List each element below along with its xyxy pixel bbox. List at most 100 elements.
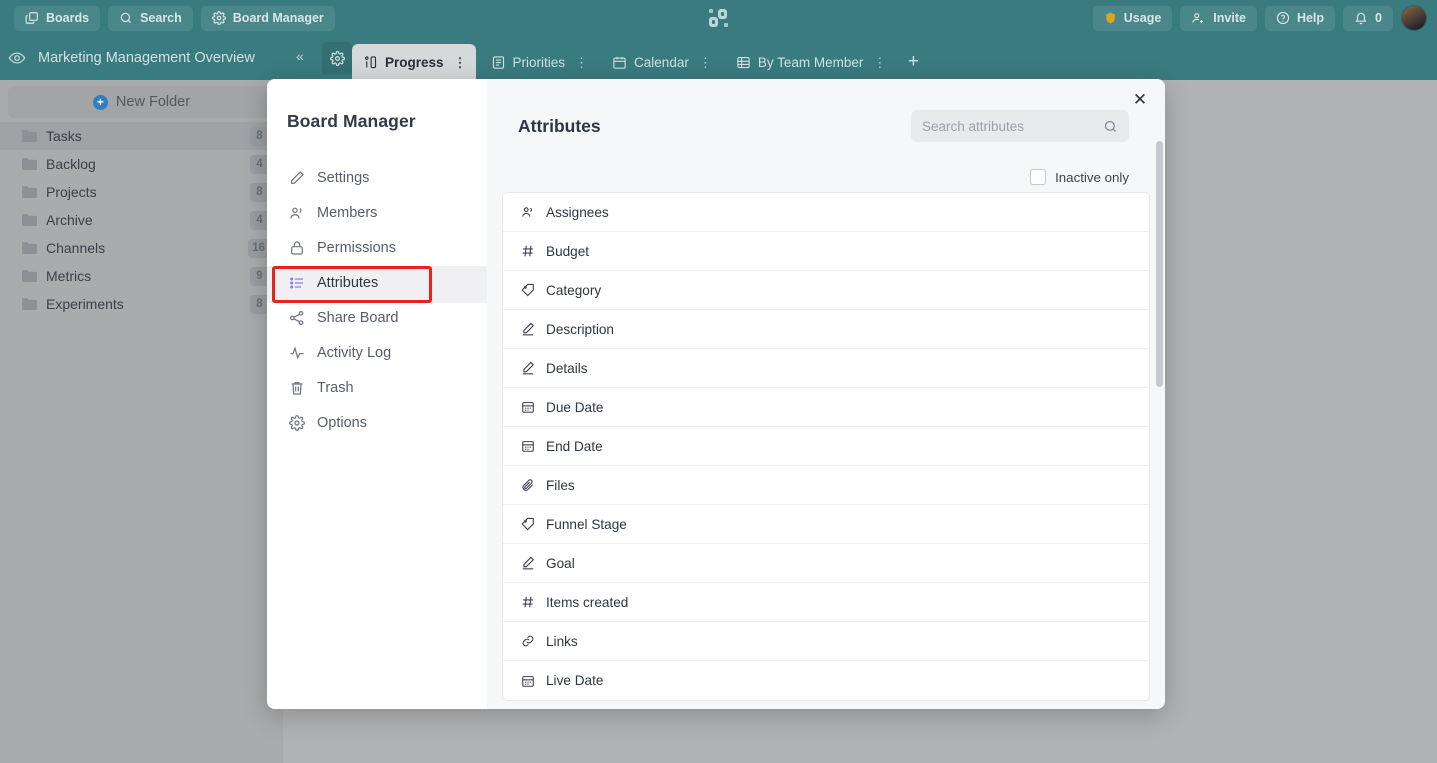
attribute-label: End Date	[546, 438, 603, 454]
attributes-panel: ✕ Attributes Inactive only Assignees	[487, 79, 1165, 709]
board-manager-label: Board Manager	[232, 11, 324, 25]
attribute-row-details[interactable]: Details	[503, 349, 1149, 388]
attributes-list: Assignees Budget Category Description De…	[502, 192, 1150, 701]
sidebar-item-tasks[interactable]: Tasks 8	[0, 122, 283, 150]
nav-label: Attributes	[317, 274, 379, 291]
tab-by-team-member-label: By Team Member	[757, 54, 864, 70]
tab-calendar-label: Calendar	[634, 54, 689, 70]
lock-icon	[288, 239, 305, 256]
tab-calendar-menu[interactable]: ⋮	[699, 56, 712, 69]
boards-button[interactable]: Boards	[14, 5, 101, 31]
board-manager-button[interactable]: Board Manager	[200, 5, 335, 31]
tab-progress[interactable]: Progress ⋮	[352, 44, 476, 80]
attribute-row-goal[interactable]: Goal	[503, 544, 1149, 583]
paperclip-icon	[520, 478, 535, 493]
nav-item-trash[interactable]: Trash	[267, 370, 487, 405]
sidebar-item-experiments[interactable]: Experiments 8	[0, 290, 283, 318]
add-view-button[interactable]: +	[899, 44, 927, 80]
pencil-icon	[288, 169, 305, 186]
attributes-list-container: Assignees Budget Category Description De…	[502, 192, 1150, 709]
attribute-label: Assignees	[546, 204, 609, 220]
inactive-only-filter[interactable]: Inactive only	[487, 169, 1165, 185]
nav-item-permissions[interactable]: Permissions	[267, 230, 487, 265]
sidebar-item-channels[interactable]: Channels 16	[0, 234, 283, 262]
boards-label: Boards	[46, 11, 90, 25]
nav-item-activity-log[interactable]: Activity Log	[267, 335, 487, 370]
page-title: Attributes	[518, 115, 601, 136]
nav-item-members[interactable]: Members	[267, 195, 487, 230]
folder-icon	[22, 298, 37, 310]
modal-title: Board Manager	[287, 111, 416, 131]
attribute-row-items-created[interactable]: Items created	[503, 583, 1149, 622]
folder-name: Backlog	[46, 156, 96, 172]
hash-icon	[520, 244, 535, 259]
invite-button[interactable]: Invite	[1180, 5, 1257, 31]
attribute-row-links[interactable]: Links	[503, 622, 1149, 661]
tab-by-team-member-menu[interactable]: ⋮	[873, 56, 886, 69]
tab-by-team-member[interactable]: By Team Member ⋮	[725, 44, 896, 80]
help-button[interactable]: Help	[1264, 5, 1336, 31]
board-settings-tab[interactable]	[322, 42, 352, 74]
search-icon	[119, 11, 133, 25]
trash-icon	[288, 379, 305, 396]
tab-priorities-menu[interactable]: ⋮	[575, 56, 588, 69]
folder-icon	[22, 214, 37, 226]
link-icon	[520, 634, 535, 649]
gear-icon	[288, 414, 305, 431]
kanban-icon	[363, 55, 378, 70]
tab-progress-menu[interactable]: ⋮	[454, 56, 467, 69]
nav-label: Share Board	[317, 309, 399, 326]
attribute-row-files[interactable]: Files	[503, 466, 1149, 505]
notifications-button[interactable]: 0	[1343, 5, 1393, 31]
top-navigation-bar: Boards Search Board Manager Usage Invite…	[0, 0, 1437, 36]
eye-icon[interactable]	[8, 49, 26, 67]
pencil-underline-icon	[520, 556, 535, 571]
attribute-row-assignees[interactable]: Assignees	[503, 193, 1149, 232]
nav-item-settings[interactable]: Settings	[267, 160, 487, 195]
folders-sidebar: + New Folder Tasks 8 Backlog 4 Projects …	[0, 80, 283, 763]
modal-scrollbar[interactable]	[1156, 79, 1163, 709]
tag-icon	[520, 283, 535, 298]
app-root: Boards Search Board Manager Usage Invite…	[0, 0, 1437, 763]
activity-icon	[288, 344, 305, 361]
scrollbar-thumb[interactable]	[1156, 141, 1163, 387]
sidebar-item-metrics[interactable]: Metrics 9	[0, 262, 283, 290]
search-input[interactable]	[922, 118, 1103, 134]
attribute-row-budget[interactable]: Budget	[503, 232, 1149, 271]
user-avatar[interactable]	[1401, 5, 1427, 31]
tab-priorities[interactable]: Priorities ⋮	[480, 44, 598, 80]
attribute-label: Due Date	[546, 399, 604, 415]
list-card-icon	[491, 55, 506, 70]
collapse-sidebar-button[interactable]: «	[296, 48, 304, 64]
attribute-row-description[interactable]: Description	[503, 310, 1149, 349]
people-icon	[288, 204, 305, 221]
user-plus-icon	[1191, 11, 1206, 25]
attribute-row-live-date[interactable]: Live Date	[503, 661, 1149, 700]
sidebar-item-archive[interactable]: Archive 4	[0, 206, 283, 234]
sidebar-item-projects[interactable]: Projects 8	[0, 178, 283, 206]
nav-item-options[interactable]: Options	[267, 405, 487, 440]
calendar-icon	[520, 400, 535, 415]
usage-button[interactable]: Usage	[1092, 5, 1173, 31]
close-icon[interactable]: ✕	[1129, 88, 1151, 110]
search-icon[interactable]	[1103, 119, 1118, 134]
inactive-only-checkbox[interactable]	[1030, 169, 1047, 185]
search-attributes-box[interactable]	[911, 110, 1129, 142]
attribute-label: Files	[546, 477, 575, 493]
attribute-row-end-date[interactable]: End Date	[503, 427, 1149, 466]
attribute-row-category[interactable]: Category	[503, 271, 1149, 310]
nav-item-share-board[interactable]: Share Board	[267, 300, 487, 335]
invite-label: Invite	[1213, 11, 1246, 25]
attribute-row-due-date[interactable]: Due Date	[503, 388, 1149, 427]
tab-progress-label: Progress	[385, 54, 444, 70]
sidebar-item-backlog[interactable]: Backlog 4	[0, 150, 283, 178]
gear-icon	[329, 50, 345, 66]
nav-label: Members	[317, 204, 378, 221]
new-folder-button[interactable]: + New Folder	[8, 86, 275, 118]
attribute-row-funnel-stage[interactable]: Funnel Stage	[503, 505, 1149, 544]
board-title: Marketing Management Overview	[38, 50, 255, 66]
nav-item-attributes[interactable]: Attributes	[267, 265, 487, 300]
tab-calendar[interactable]: Calendar ⋮	[601, 44, 721, 80]
attribute-label: Description	[546, 321, 614, 337]
search-button[interactable]: Search	[108, 5, 193, 31]
